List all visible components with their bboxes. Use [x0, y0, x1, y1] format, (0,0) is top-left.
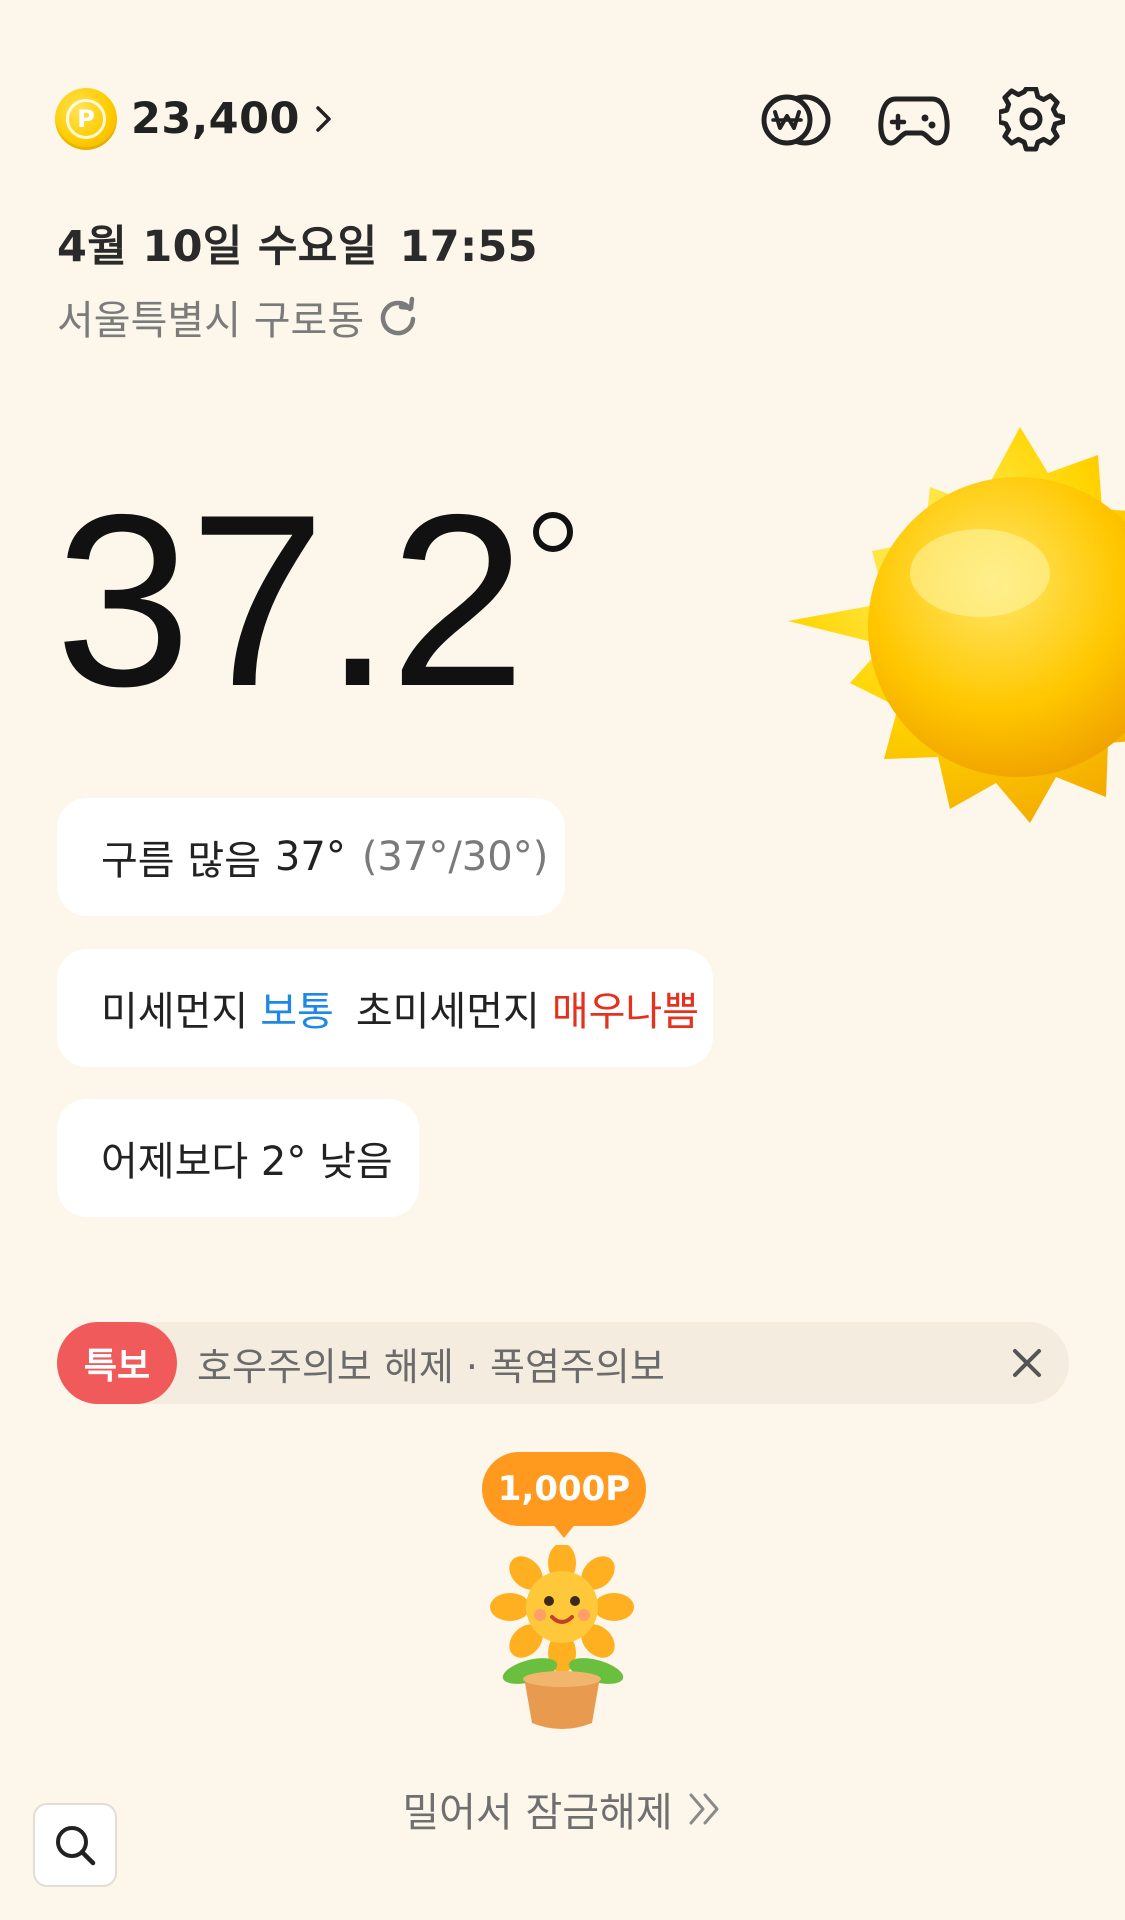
dust-label: 미세먼지 [101, 989, 249, 1035]
yesterday-chip: 어제보다 2° 낮음 [57, 1099, 419, 1217]
won-exchange-icon[interactable] [758, 82, 834, 158]
reward-bubble[interactable]: 1,000P [482, 1452, 646, 1526]
alert-text: 호우주의보 해제 · 폭염주의보 [197, 1344, 665, 1389]
current-temp: 37° [274, 834, 346, 880]
fine-dust-value: 매우나쁨 [551, 989, 700, 1035]
lockscreen: P 23,400 4월 10일 수요일 17:55 서울특별시 구로동 37.2… [0, 0, 1125, 1920]
top-icons [758, 82, 1070, 158]
alert-badge: 특보 [57, 1322, 177, 1404]
swipe-unlock[interactable]: 밀어서 잠금해제 [0, 1780, 1125, 1838]
condition-chip: 구름 많음 37° (37°/30°) [57, 798, 565, 916]
sun-icon [788, 427, 1125, 823]
points-value: 23,400 [131, 94, 300, 144]
location-label: 서울특별시 구로동 [57, 298, 365, 344]
temperature-value: 37.2 [55, 463, 526, 737]
gamepad-icon[interactable] [876, 82, 952, 158]
close-icon[interactable] [1007, 1343, 1047, 1383]
chevron-right-icon [316, 106, 331, 132]
date-label: 4월 10일 수요일 [57, 222, 378, 272]
date-time: 4월 10일 수요일 17:55 [57, 212, 538, 274]
coin-p-icon: P [55, 88, 117, 150]
double-chevron-right-icon [689, 1793, 719, 1825]
condition-label: 구름 많음 [101, 838, 261, 884]
sunflower-pot-icon[interactable] [490, 1545, 635, 1735]
time-label: 17:55 [399, 222, 538, 272]
dust-value: 보통 [260, 989, 334, 1035]
dust-chip: 미세먼지 보통 초미세먼지 매우나쁨 [57, 949, 713, 1067]
search-icon [56, 1826, 96, 1866]
yesterday-compare: 어제보다 2° 낮음 [101, 1139, 393, 1185]
unlock-label: 밀어서 잠금해제 [402, 1790, 673, 1836]
weather-alert-bar[interactable]: 특보 호우주의보 해제 · 폭염주의보 [57, 1322, 1069, 1404]
search-button[interactable] [33, 1803, 117, 1887]
location: 서울특별시 구로동 [57, 288, 420, 346]
refresh-icon[interactable] [376, 295, 420, 339]
reward-bubble-tail [551, 1522, 577, 1538]
temp-range: (37°/30°) [361, 834, 549, 880]
degree-symbol [533, 512, 573, 552]
fine-dust-label: 초미세먼지 [355, 989, 540, 1035]
points-button[interactable]: P 23,400 [55, 88, 336, 150]
gear-icon[interactable] [994, 82, 1070, 158]
